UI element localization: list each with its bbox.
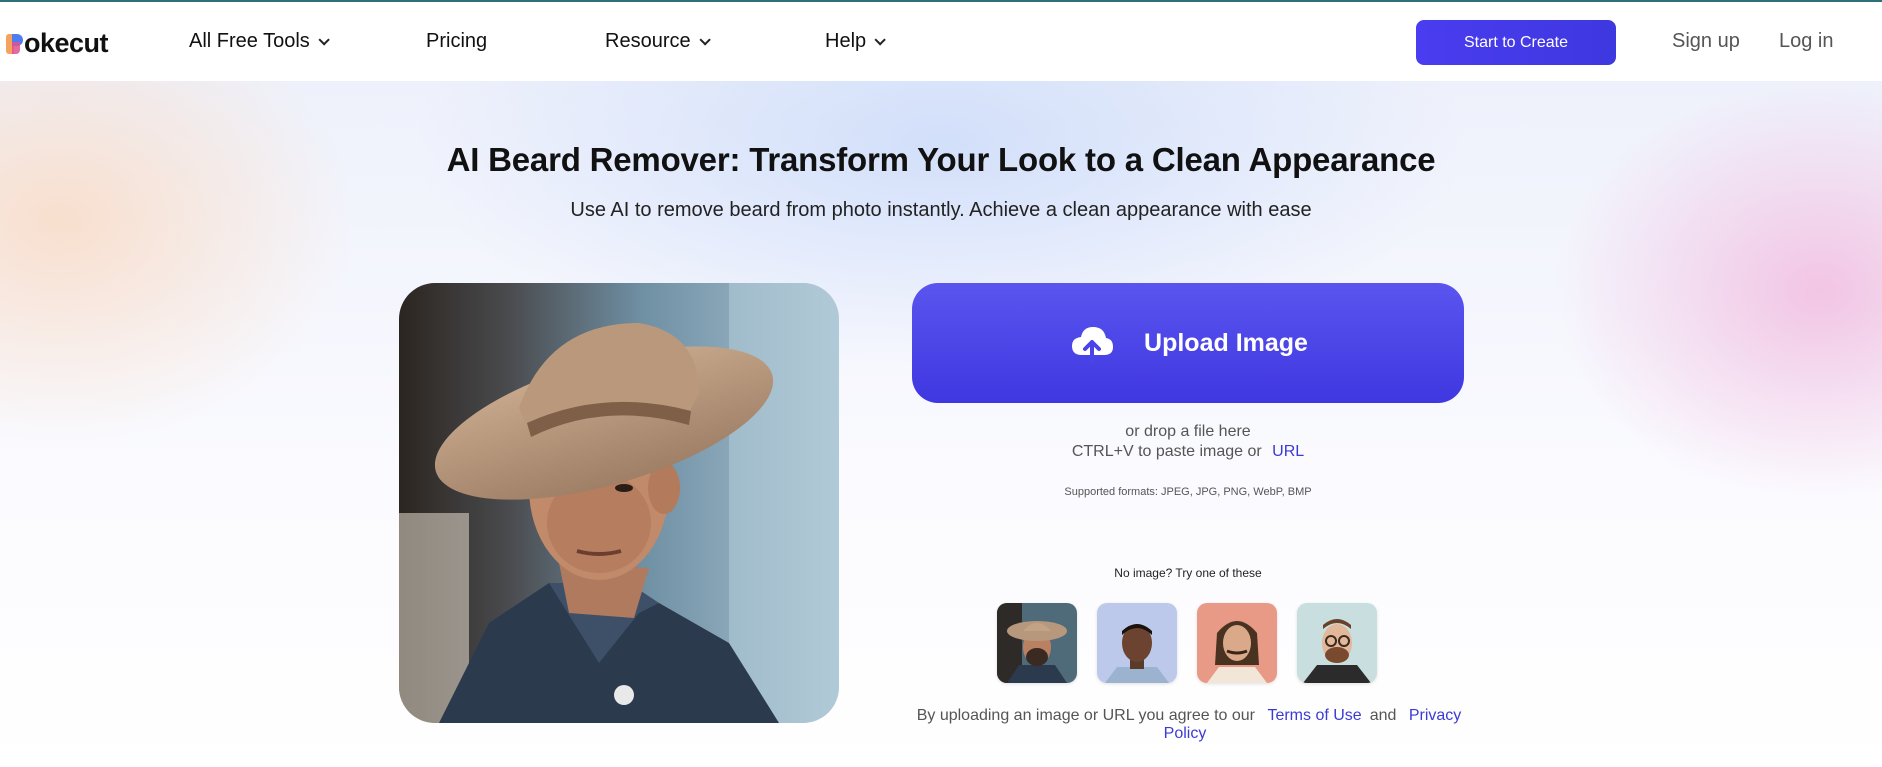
nav-help-label: Help	[825, 30, 867, 52]
supported-formats: Supported formats: JPEG, JPG, PNG, WebP,…	[1064, 486, 1312, 498]
chevron-down-icon	[874, 33, 886, 46]
sample-image-3[interactable]	[1197, 603, 1277, 683]
upload-image-label: Upload Image	[1144, 328, 1308, 357]
nav-help[interactable]: Help	[825, 30, 886, 53]
log-in-link[interactable]: Log in	[1779, 30, 1834, 53]
chevron-down-icon	[699, 33, 711, 46]
sample-image-2[interactable]	[1097, 603, 1177, 683]
nav-resource-label: Resource	[605, 30, 691, 52]
nav-resource[interactable]: Resource	[605, 30, 711, 53]
logo-text: okecut	[24, 28, 109, 58]
terms-of-use-link[interactable]: Terms of Use	[1267, 707, 1361, 724]
drop-file-hint: or drop a file here	[1125, 423, 1251, 440]
start-to-create-button[interactable]: Start to Create	[1416, 20, 1616, 65]
sample-image-4[interactable]	[1297, 603, 1377, 683]
page-subtitle: Use AI to remove beard from photo instan…	[570, 199, 1312, 221]
nav-all-free-tools-label: All Free Tools	[189, 30, 310, 52]
terms-prefix: By uploading an image or URL you agree t…	[916, 707, 1255, 724]
sample-images-label: No image? Try one of these	[1114, 566, 1262, 580]
cloud-upload-icon	[1072, 327, 1114, 363]
nav-pricing-label: Pricing	[426, 30, 488, 52]
chevron-down-icon	[318, 33, 330, 46]
sample-image-1[interactable]	[997, 603, 1077, 683]
hero-example-photo	[399, 283, 839, 723]
upload-image-button[interactable]: Upload Image	[912, 283, 1464, 403]
nav-pricing[interactable]: Pricing	[426, 30, 487, 53]
terms-notice: By uploading an image or URL you agree t…	[904, 707, 1474, 743]
page-title: AI Beard Remover: Transform Your Look to…	[446, 141, 1436, 178]
paste-hint: CTRL+V to paste image or URL	[912, 443, 1464, 461]
sign-up-link[interactable]: Sign up	[1672, 30, 1740, 53]
url-link[interactable]: URL	[1272, 443, 1304, 460]
logo-mark-icon	[6, 32, 24, 56]
pokecut-logo[interactable]: okecut	[6, 28, 109, 59]
sample-images	[997, 603, 1377, 683]
nav-all-free-tools[interactable]: All Free Tools	[189, 30, 330, 53]
terms-and: and	[1369, 707, 1397, 724]
paste-hint-text: CTRL+V to paste image or	[1071, 443, 1262, 460]
site-header: okecut All Free Tools Pricing Resource H…	[0, 2, 1882, 81]
